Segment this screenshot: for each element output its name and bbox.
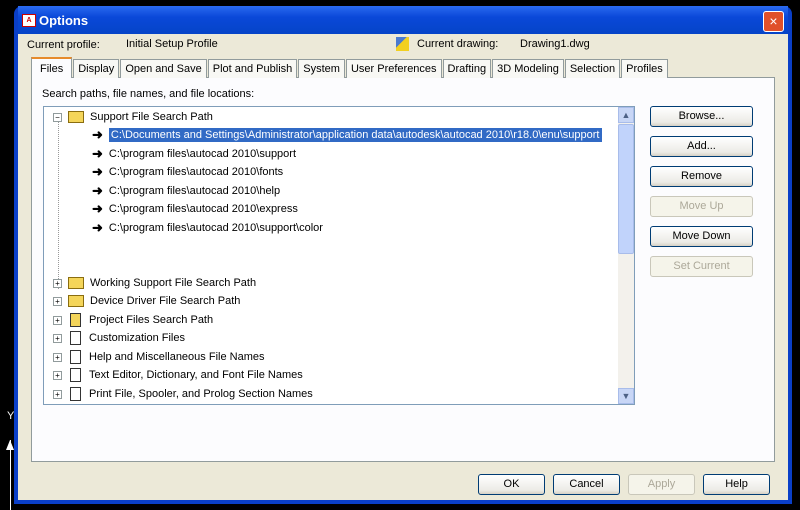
path-label: C:\program files\autocad 2010\express <box>108 203 298 215</box>
tree-node-label: Customization Files <box>89 332 185 344</box>
tab-3d-modeling[interactable]: 3D Modeling <box>492 59 564 78</box>
tree-node-label: Text Editor, Dictionary, and Font File N… <box>89 369 303 381</box>
tab-display[interactable]: Display <box>73 59 120 78</box>
arrow-icon: ➜ <box>92 183 103 198</box>
path-label: C:\program files\autocad 2010\help <box>108 185 281 197</box>
help-button[interactable]: Help <box>703 474 770 495</box>
path-label: C:\program files\autocad 2010\support <box>108 148 297 160</box>
tree-node[interactable]: + Text Editor, Dictionary, and Font File … <box>53 366 303 384</box>
remove-button[interactable]: Remove <box>650 166 753 187</box>
current-drawing-label: Current drawing: <box>417 38 499 50</box>
cancel-button[interactable]: Cancel <box>553 474 620 495</box>
move-down-button[interactable]: Move Down <box>650 226 753 247</box>
tab-open-and-save[interactable]: Open and Save <box>120 59 207 78</box>
close-button[interactable]: × <box>763 11 784 32</box>
tree-node[interactable]: + Working Support File Search Path <box>53 274 256 292</box>
apply-button[interactable]: Apply <box>628 474 695 495</box>
tab-drafting[interactable]: Drafting <box>442 59 492 78</box>
move-up-button[interactable]: Move Up <box>650 196 753 217</box>
tree-node-label: Print File, Spooler, and Prolog Section … <box>89 388 313 400</box>
path-item[interactable]: ➜ C:\program files\autocad 2010\express <box>92 200 298 218</box>
ok-button[interactable]: OK <box>478 474 545 495</box>
options-dialog: A Options × Current profile: Initial Set… <box>14 6 792 504</box>
file-icon <box>70 331 81 345</box>
path-item[interactable]: ➜ C:\program files\autocad 2010\help <box>92 182 280 200</box>
browse-button[interactable]: Browse... <box>650 106 753 127</box>
tab-system[interactable]: System <box>298 59 345 78</box>
arrow-icon: ➜ <box>92 164 103 179</box>
tree-node-label: Device Driver File Search Path <box>90 295 241 307</box>
path-item[interactable]: ➜ C:\Documents and Settings\Administrator… <box>92 126 602 144</box>
tree-node[interactable]: + Help and Miscellaneous File Names <box>53 348 264 366</box>
dialog-title: Options <box>39 12 89 28</box>
open-folder-icon <box>68 111 84 123</box>
scroll-up-icon[interactable]: ▲ <box>618 107 634 123</box>
scroll-down-icon[interactable]: ▼ <box>618 388 634 404</box>
title-bar: A Options <box>18 6 788 34</box>
tab-profiles[interactable]: Profiles <box>621 59 668 78</box>
expand-icon[interactable]: + <box>53 315 62 325</box>
path-item[interactable]: ➜ C:\program files\autocad 2010\fonts <box>92 163 283 181</box>
search-paths-tree[interactable]: − Support File Search Path ➜ C:\Documents… <box>43 106 635 405</box>
expand-icon[interactable]: + <box>53 389 62 399</box>
files-tab-panel: Search paths, file names, and file locat… <box>31 77 775 462</box>
expand-icon[interactable]: + <box>53 278 62 288</box>
collapse-icon[interactable]: − <box>53 112 62 122</box>
tab-user-preferences[interactable]: User Preferences <box>345 59 442 78</box>
folder-icon <box>68 295 84 307</box>
tree-node[interactable]: + Device Driver File Search Path <box>53 292 240 310</box>
tab-files[interactable]: Files <box>31 57 73 78</box>
file-icon <box>70 387 81 401</box>
tree-node-label: Working Support File Search Path <box>90 277 257 289</box>
vertical-scrollbar[interactable]: ▲ ▼ <box>618 107 634 404</box>
path-label: C:\program files\autocad 2010\support\co… <box>108 222 323 234</box>
tab-plot-and-publish[interactable]: Plot and Publish <box>207 59 298 78</box>
path-item[interactable]: ➜ C:\program files\autocad 2010\support\c… <box>92 219 323 237</box>
tree-node[interactable]: + Customization Files <box>53 329 185 347</box>
tree-node[interactable]: + Print File, Spooler, and Prolog Section… <box>53 385 313 403</box>
tree-node-support-file-search-path[interactable]: − Support File Search Path <box>53 108 213 126</box>
arrow-icon: ➜ <box>92 146 103 161</box>
expand-icon[interactable]: + <box>53 370 62 380</box>
path-label: C:\Documents and Settings\Administrator\… <box>108 128 602 142</box>
expand-icon[interactable]: + <box>53 333 62 343</box>
add-button[interactable]: Add... <box>650 136 753 157</box>
arrow-icon: ➜ <box>92 127 103 142</box>
scroll-thumb[interactable] <box>618 124 634 254</box>
arrow-icon: ➜ <box>92 201 103 216</box>
current-drawing-value: Drawing1.dwg <box>520 38 590 50</box>
tree-node-label: Support File Search Path <box>90 111 213 123</box>
tab-bar: Files Display Open and Save Plot and Pub… <box>31 57 669 78</box>
current-profile-value: Initial Setup Profile <box>126 38 218 50</box>
tree-node-label: Help and Miscellaneous File Names <box>89 351 265 363</box>
path-label: C:\program files\autocad 2010\fonts <box>108 166 284 178</box>
expand-icon[interactable]: + <box>53 296 62 306</box>
autocad-icon: A <box>22 13 36 27</box>
tab-selection[interactable]: Selection <box>564 59 621 78</box>
tree-node-label: Project Files Search Path <box>89 314 214 326</box>
arrow-icon: ➜ <box>92 220 103 235</box>
tree-node[interactable]: + Project Files Search Path <box>53 311 213 329</box>
file-icon <box>70 350 81 364</box>
set-current-button[interactable]: Set Current <box>650 256 753 277</box>
path-item[interactable]: ➜ C:\program files\autocad 2010\support <box>92 145 296 163</box>
current-profile-label: Current profile: <box>27 39 100 51</box>
file-icon <box>70 368 81 382</box>
section-label: Search paths, file names, and file locat… <box>42 88 255 100</box>
project-icon <box>70 313 81 327</box>
expand-icon[interactable]: + <box>53 352 62 362</box>
drawing-icon <box>396 37 409 51</box>
folder-icon <box>68 277 84 289</box>
